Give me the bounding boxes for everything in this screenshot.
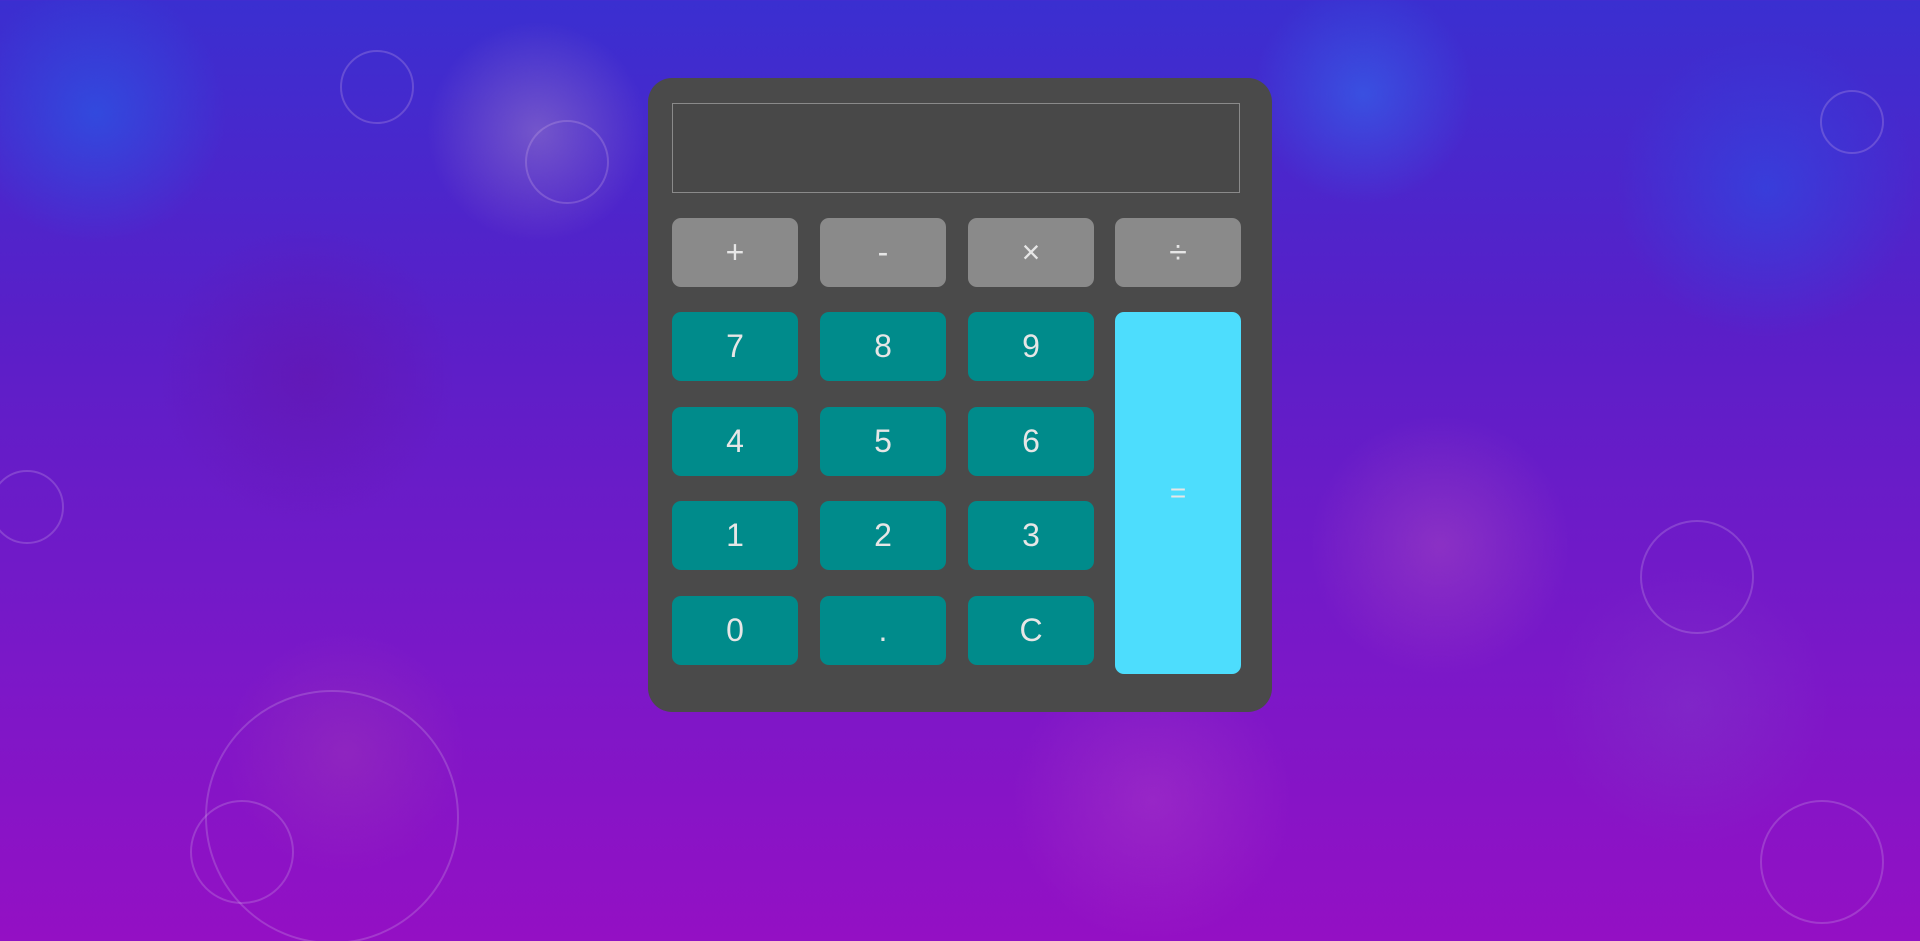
decor-circle [1760,800,1884,924]
divide-button[interactable]: ÷ [1115,218,1241,287]
equals-button[interactable]: = [1115,312,1241,674]
digit-0-button[interactable]: 0 [672,596,798,665]
calculator-panel: + - × ÷ 7 8 9 4 5 6 1 2 3 0 . C = [648,78,1272,712]
add-button[interactable]: + [672,218,798,287]
decor-circle [340,50,414,124]
digit-6-button[interactable]: 6 [968,407,1094,476]
digit-9-button[interactable]: 9 [968,312,1094,381]
digit-5-button[interactable]: 5 [820,407,946,476]
decor-circle [1820,90,1884,154]
digit-3-button[interactable]: 3 [968,501,1094,570]
clear-button[interactable]: C [968,596,1094,665]
digit-7-button[interactable]: 7 [672,312,798,381]
decor-circle [190,800,294,904]
digit-8-button[interactable]: 8 [820,312,946,381]
decimal-button[interactable]: . [820,596,946,665]
decor-circle [1640,520,1754,634]
decor-circle [0,470,64,544]
digit-2-button[interactable]: 2 [820,501,946,570]
decor-circle [205,690,459,941]
digit-1-button[interactable]: 1 [672,501,798,570]
multiply-button[interactable]: × [968,218,1094,287]
digit-4-button[interactable]: 4 [672,407,798,476]
subtract-button[interactable]: - [820,218,946,287]
decor-circle [525,120,609,204]
calculator-display[interactable] [672,103,1240,193]
